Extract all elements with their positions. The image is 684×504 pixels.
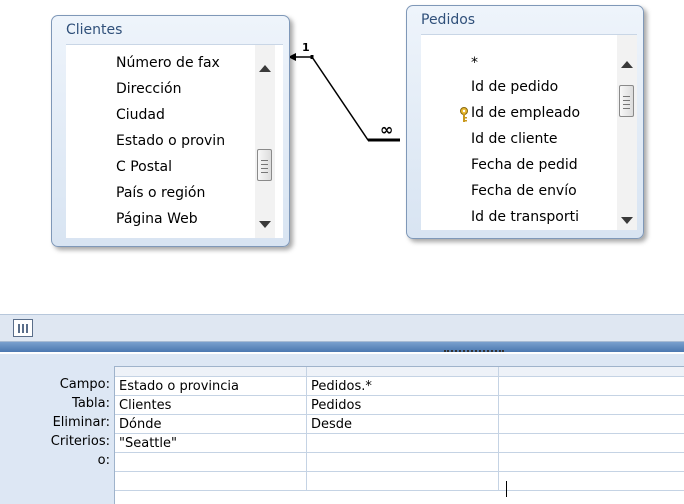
text-cursor <box>506 481 507 497</box>
grid-cell-criterios[interactable]: "Seattle" <box>115 434 307 453</box>
grid-table: Estado o provincia Clientes Dónde "Seatt… <box>114 366 684 504</box>
grid-cell-eliminar[interactable] <box>499 415 684 434</box>
field-item[interactable]: Fecha de envío <box>471 183 596 199</box>
grid-cell-empty[interactable] <box>499 472 684 491</box>
field-item[interactable]: País o región <box>116 185 244 201</box>
field-item[interactable]: Número de fax <box>116 55 244 71</box>
field-list: Número de fax Dirección Ciudad Estado o … <box>66 44 283 238</box>
field-item[interactable]: * <box>471 55 596 71</box>
field-item[interactable]: Ciudad <box>116 107 244 123</box>
clientes-table-box[interactable]: Clientes Número de fax Dirección Ciudad … <box>51 15 290 247</box>
row-label-criterios: Criterios: <box>50 434 110 449</box>
relationship-one-label: 1 <box>302 41 310 54</box>
field-item[interactable]: Id de transporti <box>471 209 596 225</box>
design-grid-toolbar <box>0 314 684 342</box>
scroll-up-arrow-icon[interactable] <box>259 65 271 72</box>
pedidos-table-box[interactable]: Pedidos * Id de pedido Id de empleado Id… <box>406 5 644 239</box>
column-selector[interactable] <box>115 367 307 377</box>
grid-cell-campo[interactable]: Estado o provincia <box>115 377 307 396</box>
field-item[interactable]: Id de pedido <box>471 79 596 95</box>
grid-cell-eliminar[interactable]: Desde <box>307 415 499 434</box>
row-label-o: o: <box>97 453 110 468</box>
field-item[interactable]: Fecha de pedid <box>471 157 596 173</box>
field-item[interactable]: Estado o provin <box>116 133 244 149</box>
scroll-thumb[interactable] <box>619 85 634 117</box>
grid-view-button[interactable] <box>13 319 33 337</box>
scroll-thumb[interactable] <box>257 149 272 181</box>
grid-cell-eliminar[interactable]: Dónde <box>115 415 307 434</box>
primary-key-icon <box>459 107 469 127</box>
grid-cell-o[interactable] <box>499 453 684 472</box>
field-item[interactable]: Id de empleado <box>471 105 596 121</box>
grid-cell-o[interactable] <box>307 453 499 472</box>
grid-cell-tabla[interactable] <box>499 396 684 415</box>
field-item[interactable]: Dirección <box>116 81 244 97</box>
field-item[interactable]: C Postal <box>116 159 244 175</box>
grid-cell-campo[interactable] <box>499 377 684 396</box>
field-list: * Id de pedido Id de empleado Id de clie… <box>421 34 637 230</box>
grid-cell-campo[interactable]: Pedidos.* <box>307 377 499 396</box>
row-label-campo: Campo: <box>59 377 110 392</box>
column-selector[interactable] <box>307 367 499 377</box>
grid-cell-tabla[interactable]: Clientes <box>115 396 307 415</box>
table-title: Pedidos <box>421 12 476 28</box>
grid-cell-empty[interactable] <box>115 472 307 491</box>
scroll-down-arrow-icon[interactable] <box>259 221 271 228</box>
grid-cell-o[interactable] <box>115 453 307 472</box>
grid-cell-empty[interactable] <box>307 472 499 491</box>
table-title: Clientes <box>66 22 123 38</box>
row-label-eliminar: Eliminar: <box>52 415 110 430</box>
vertical-scrollbar[interactable] <box>617 35 637 230</box>
row-label-tabla: Tabla: <box>72 396 110 411</box>
scroll-down-arrow-icon[interactable] <box>621 217 633 224</box>
grid-cell-criterios[interactable] <box>307 434 499 453</box>
scroll-up-arrow-icon[interactable] <box>621 61 633 68</box>
field-item[interactable]: Id de cliente <box>471 131 596 147</box>
column-selector[interactable] <box>499 367 684 377</box>
grid-cell-criterios[interactable] <box>499 434 684 453</box>
relationship-many-label: ∞ <box>380 120 394 139</box>
pane-splitter[interactable] <box>0 342 684 352</box>
vertical-scrollbar[interactable] <box>255 45 275 238</box>
query-design-grid: Campo: Tabla: Eliminar: Criterios: o: Es… <box>0 354 684 504</box>
field-item[interactable]: Página Web <box>116 211 244 227</box>
grid-cell-tabla[interactable]: Pedidos <box>307 396 499 415</box>
